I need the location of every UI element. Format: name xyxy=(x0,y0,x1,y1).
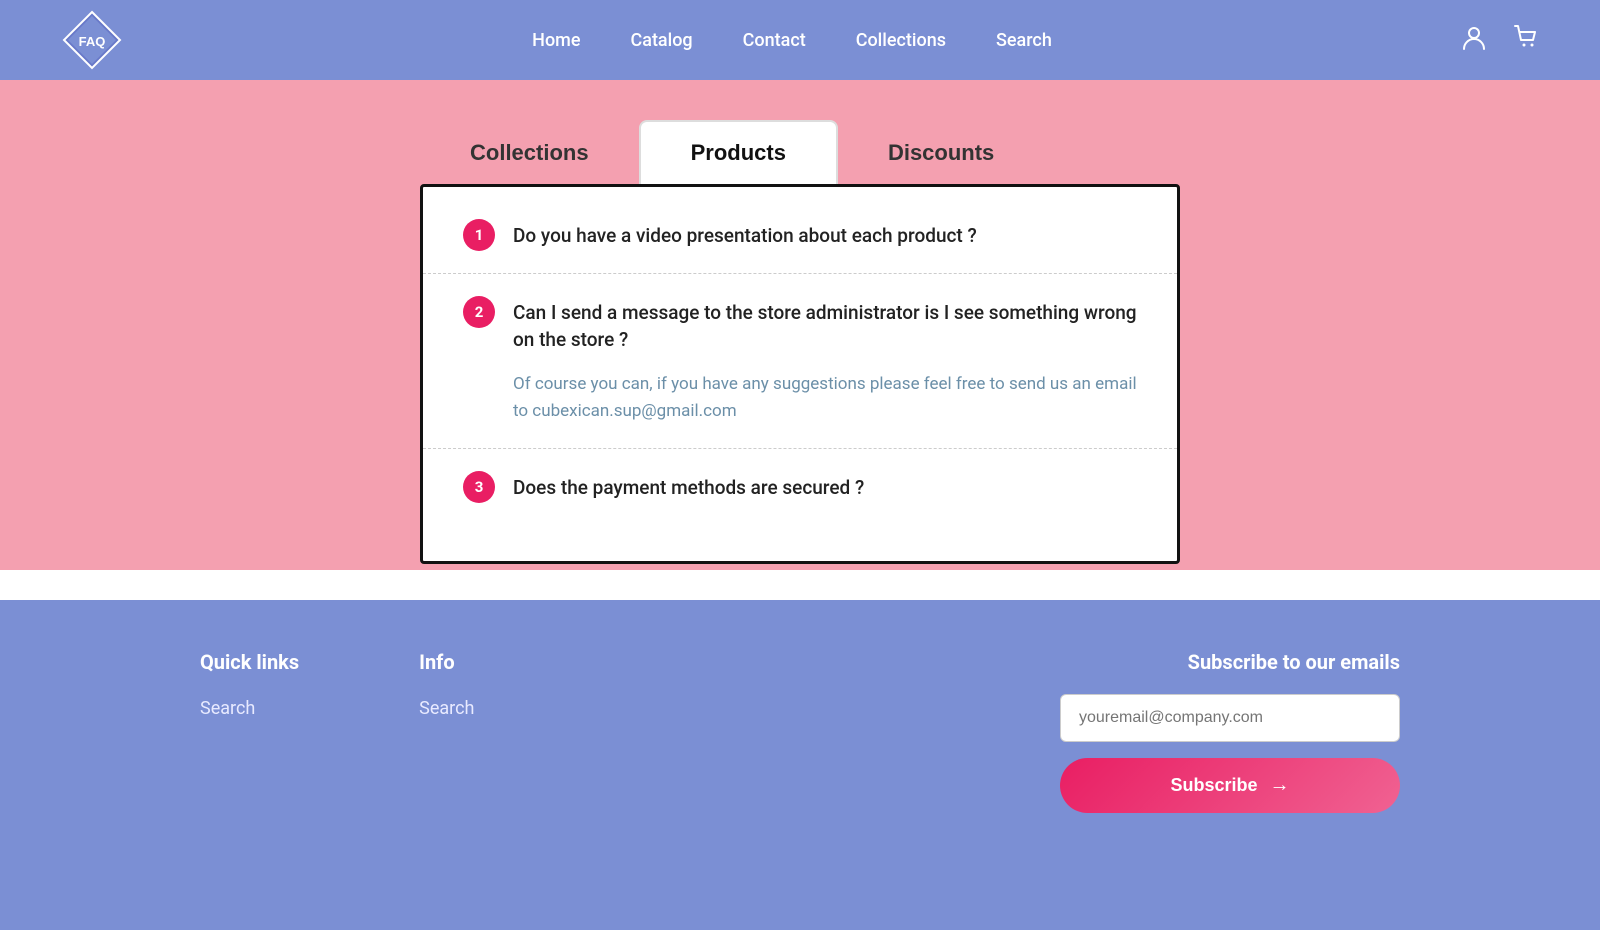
faq-question-row-3: 3 Does the payment methods are secured ? xyxy=(463,471,1137,503)
faq-panel: 1 Do you have a video presentation about… xyxy=(420,184,1180,564)
nav-search[interactable]: Search xyxy=(996,30,1052,51)
faq-container: Collections Products Discounts 1 Do you … xyxy=(420,120,1180,564)
tab-collections[interactable]: Collections xyxy=(420,122,639,184)
footer-info: Info Search xyxy=(419,650,474,880)
faq-number-3: 3 xyxy=(463,471,495,503)
faq-question-text-3: Does the payment methods are secured ? xyxy=(513,471,864,502)
faq-tabs: Collections Products Discounts xyxy=(420,120,1180,184)
faq-item-2[interactable]: 2 Can I send a message to the store admi… xyxy=(423,274,1177,449)
white-gap xyxy=(0,570,1600,600)
faq-number-1: 1 xyxy=(463,219,495,251)
faq-number-2: 2 xyxy=(463,296,495,328)
faq-question-row-1: 1 Do you have a video presentation about… xyxy=(463,219,1137,251)
main-nav: Home Catalog Contact Collections Search xyxy=(532,30,1052,51)
footer-quick-links-title: Quick links xyxy=(200,650,299,674)
nav-contact[interactable]: Contact xyxy=(743,30,806,51)
footer-subscribe: Subscribe to our emails Subscribe → xyxy=(1000,650,1400,880)
faq-item-1[interactable]: 1 Do you have a video presentation about… xyxy=(423,197,1177,274)
faq-item-3[interactable]: 3 Does the payment methods are secured ? xyxy=(423,449,1177,525)
svg-text:FAQ: FAQ xyxy=(79,34,106,49)
subscribe-button[interactable]: Subscribe → xyxy=(1060,758,1400,813)
footer-quick-links-search[interactable]: Search xyxy=(200,698,299,719)
footer-links: Quick links Search Info Search xyxy=(200,650,1000,880)
arrow-icon: → xyxy=(1270,774,1290,797)
cart-icon[interactable] xyxy=(1512,23,1540,57)
header-icons xyxy=(1460,23,1540,57)
faq-question-text-2: Can I send a message to the store admini… xyxy=(513,296,1137,353)
faq-question-text-1: Do you have a video presentation about e… xyxy=(513,219,977,250)
faq-question-row-2: 2 Can I send a message to the store admi… xyxy=(463,296,1137,353)
footer-quick-links: Quick links Search xyxy=(200,650,299,880)
main-content: Collections Products Discounts 1 Do you … xyxy=(0,80,1600,570)
user-icon[interactable] xyxy=(1460,23,1488,57)
nav-collections[interactable]: Collections xyxy=(856,30,946,51)
tab-products[interactable]: Products xyxy=(639,120,838,184)
faq-panel-wrapper: 1 Do you have a video presentation about… xyxy=(420,184,1180,564)
site-header: FAQ Home Catalog Contact Collections Sea… xyxy=(0,0,1600,80)
subscribe-title: Subscribe to our emails xyxy=(1188,650,1400,674)
logo[interactable]: FAQ xyxy=(60,8,124,72)
footer-info-search[interactable]: Search xyxy=(419,698,474,719)
footer-info-title: Info xyxy=(419,650,474,674)
nav-home[interactable]: Home xyxy=(532,30,580,51)
tab-discounts[interactable]: Discounts xyxy=(838,122,1044,184)
subscribe-button-label: Subscribe xyxy=(1170,775,1257,796)
faq-answer-2: Of course you can, if you have any sugge… xyxy=(513,371,1137,425)
email-input[interactable] xyxy=(1060,694,1400,742)
nav-catalog[interactable]: Catalog xyxy=(630,30,692,51)
logo-icon: FAQ xyxy=(60,8,124,72)
site-footer: Quick links Search Info Search Subscribe… xyxy=(0,600,1600,930)
